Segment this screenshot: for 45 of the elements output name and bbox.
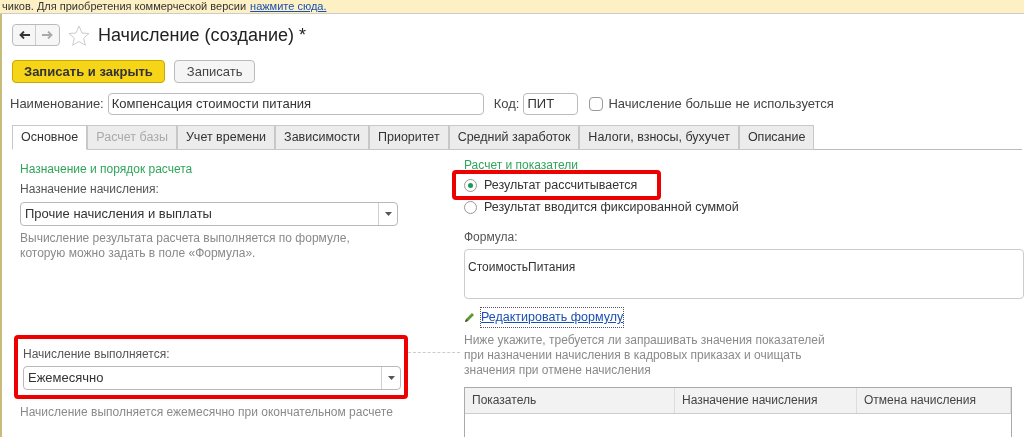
radio-button[interactable] bbox=[464, 200, 477, 214]
edit-formula-link[interactable]: Редактировать формулу bbox=[481, 308, 624, 327]
dropdown-value: Прочие начисления и выплаты bbox=[24, 205, 213, 224]
field-label: Начисление выполняется: bbox=[23, 346, 171, 363]
field-label: Назначение начисления: bbox=[20, 181, 160, 198]
name-label: Наименование: bbox=[10, 94, 104, 113]
field-label: Формула: bbox=[464, 229, 519, 246]
checkbox[interactable] bbox=[589, 96, 604, 111]
notice-text: чиков. Для приобретения коммерческой версии bbox=[2, 0, 247, 13]
radio-label: Результат рассчитывается bbox=[484, 176, 638, 194]
code-label: Код: bbox=[493, 94, 520, 113]
save-button[interactable]: Записать bbox=[173, 60, 256, 83]
hint-text: Вычисление результата расчета выполняется по формуле, которую можно задать в поле «Формула». bbox=[20, 231, 351, 261]
formula-field[interactable]: СтоимостьПитания bbox=[464, 249, 1024, 299]
tab[interactable]: Приоритет bbox=[368, 125, 449, 150]
hint-text: Ниже укажите, требуется ли запрашивать значения показателей при назначении начисления в кадровых приказах и очищать значения при отмене начисления bbox=[464, 332, 826, 378]
tab[interactable]: Средний заработок bbox=[448, 125, 580, 150]
dropdown-field[interactable]: Ежемесячно bbox=[23, 366, 401, 390]
pencil-icon bbox=[464, 311, 476, 324]
name-field[interactable]: Компенсация стоимости питания bbox=[107, 92, 484, 115]
star-icon[interactable] bbox=[68, 24, 90, 46]
dropdown-field[interactable]: Прочие начисления и выплаты bbox=[20, 202, 398, 226]
section-title: Расчет и показатели bbox=[464, 160, 580, 170]
right-arrow-icon bbox=[42, 31, 53, 39]
tab[interactable]: Описание bbox=[738, 125, 815, 150]
caret-icon bbox=[384, 212, 392, 216]
code-field[interactable]: ПИТ bbox=[523, 92, 579, 115]
column-header[interactable]: Назначение начисления bbox=[675, 387, 857, 413]
left-arrow-icon bbox=[18, 31, 30, 39]
checkbox-label: Начисление больше не используется bbox=[608, 94, 834, 113]
section-title: Назначение и порядок расчета bbox=[20, 161, 194, 178]
tab[interactable]: Учет времени bbox=[176, 125, 276, 150]
tab[interactable]: Налоги, взносы, бухучет bbox=[579, 125, 739, 150]
tab[interactable]: Зависимости bbox=[275, 125, 369, 150]
window-title: Начисление (создание) * bbox=[98, 23, 306, 47]
radio-label: Результат вводится фиксированной суммой bbox=[484, 198, 739, 216]
column-header[interactable]: Показатель bbox=[465, 387, 675, 413]
tab[interactable]: Основное bbox=[12, 125, 88, 150]
radio-button[interactable] bbox=[464, 178, 477, 192]
purchase-link[interactable]: нажмите сюда. bbox=[250, 0, 327, 13]
column-header[interactable]: Отмена начисления bbox=[857, 387, 1011, 413]
save-and-close-button[interactable]: Записать и закрыть bbox=[12, 60, 165, 83]
caret-icon bbox=[387, 376, 395, 380]
hint-text: Начисление выполняется ежемесячно при окончательном расчете bbox=[20, 404, 394, 421]
dropdown-value: Ежемесячно bbox=[27, 369, 105, 388]
